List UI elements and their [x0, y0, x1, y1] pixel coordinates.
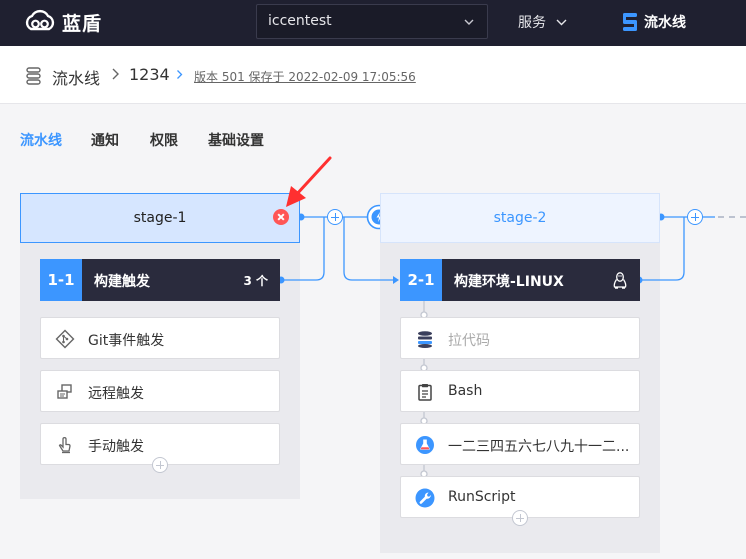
- tab-permission[interactable]: 权限: [150, 130, 178, 150]
- tab-pipeline[interactable]: 流水线: [20, 130, 62, 150]
- stage-2-name: stage-2: [493, 210, 547, 226]
- remote-icon: [57, 384, 72, 399]
- stage-1-name: stage-1: [133, 210, 187, 226]
- task-label: RunScript: [448, 489, 516, 505]
- chevron-down-icon: [464, 19, 474, 25]
- linux-icon: [613, 272, 627, 289]
- task-label: 拉代码: [448, 333, 490, 349]
- job-index: 1-1: [40, 259, 82, 301]
- flask-icon: [416, 436, 434, 454]
- breadcrumb-pipeline-name[interactable]: 1234: [129, 65, 170, 84]
- version-info-link[interactable]: 版本 501 保存于 2022-02-09 17:05:56: [194, 68, 416, 85]
- clipboard-icon: [418, 384, 432, 401]
- tab-basic-settings[interactable]: 基础设置: [208, 130, 264, 150]
- pipeline-icon: [26, 67, 41, 85]
- add-stage-plus-icon[interactable]: [327, 209, 343, 225]
- add-task-plus-icon[interactable]: [152, 457, 168, 473]
- project-select[interactable]: iccentest: [256, 4, 488, 39]
- job-name: 构建环境-LINUX: [454, 274, 564, 290]
- task-label: Git事件触发: [88, 333, 165, 349]
- git-icon: [55, 329, 75, 349]
- job-1-1-header[interactable]: 1-1 构建触发 3 个: [40, 259, 280, 301]
- pipeline-icon[interactable]: [621, 11, 639, 33]
- chevron-right-icon: [177, 70, 183, 79]
- task-remote-trigger[interactable]: 远程触发: [40, 370, 280, 412]
- chevron-down-icon[interactable]: [556, 17, 567, 27]
- task-git-trigger[interactable]: Git事件触发: [40, 317, 280, 359]
- add-stage-plus-icon[interactable]: [687, 209, 703, 225]
- breadcrumb: 流水线 1234 版本 501 保存于 2022-02-09 17:05:56: [0, 46, 746, 104]
- checkout-icon: [418, 331, 432, 348]
- app-name[interactable]: 蓝盾: [62, 9, 102, 36]
- add-task-plus-icon[interactable]: [512, 510, 528, 526]
- job-2-1-header[interactable]: 2-1 构建环境-LINUX: [400, 259, 640, 301]
- task-custom-plugin[interactable]: 一二三四五六七八九十一二...: [400, 423, 640, 465]
- task-label: 远程触发: [88, 386, 144, 402]
- task-label: 一二三四五六七八九十一二...: [448, 439, 630, 455]
- job-index: 2-1: [400, 259, 442, 301]
- hand-icon: [58, 436, 71, 454]
- chevron-right-icon: [112, 68, 119, 80]
- stage-2-header[interactable]: stage-2: [380, 193, 660, 243]
- task-label: Bash: [448, 383, 483, 399]
- job-name: 构建触发: [94, 274, 150, 290]
- tab-bar: 流水线 通知 权限 基础设置: [0, 104, 746, 164]
- stage-1-header[interactable]: stage-1: [20, 193, 300, 243]
- current-service-label[interactable]: 流水线: [644, 12, 686, 32]
- task-bash[interactable]: Bash: [400, 370, 640, 412]
- top-bar: 蓝盾 iccentest 服务 流水线: [0, 0, 746, 46]
- task-checkout[interactable]: 拉代码: [400, 317, 640, 359]
- project-select-value: iccentest: [268, 13, 332, 29]
- delete-stage-icon[interactable]: [273, 209, 289, 225]
- job-task-count: 3 个: [243, 274, 268, 288]
- bluking-logo-icon[interactable]: [22, 7, 58, 37]
- tab-notification[interactable]: 通知: [91, 130, 119, 150]
- task-label: 手动触发: [88, 439, 144, 455]
- annotation-arrow-icon: [286, 156, 332, 207]
- wrench-icon: [415, 488, 435, 508]
- service-menu[interactable]: 服务: [518, 12, 546, 32]
- breadcrumb-pipeline[interactable]: 流水线: [52, 65, 100, 89]
